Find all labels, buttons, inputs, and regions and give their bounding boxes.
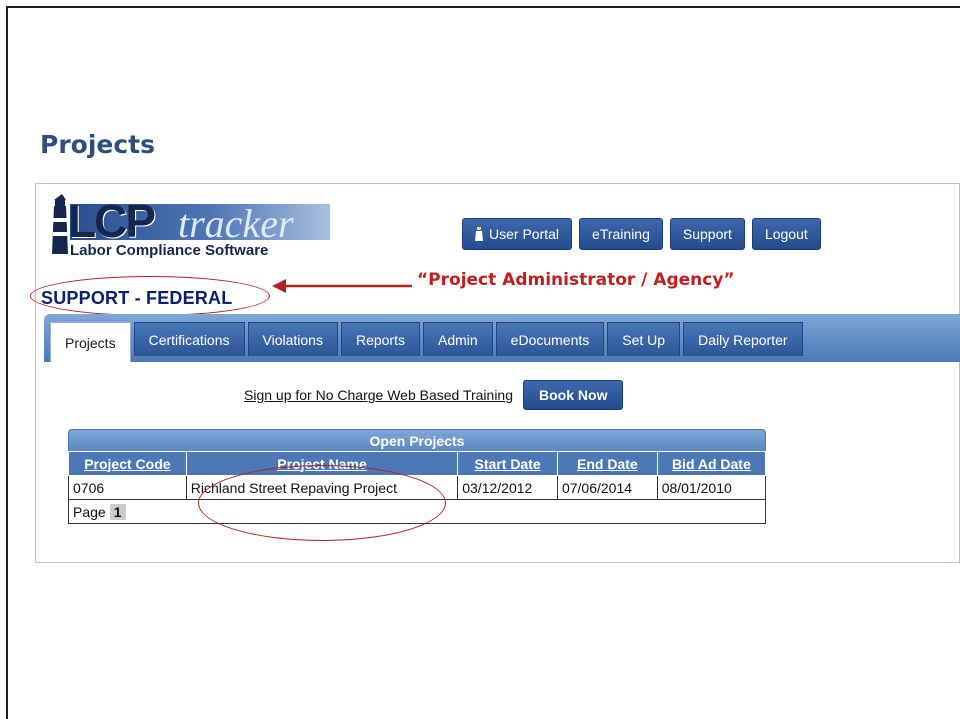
grid-caption: Open Projects xyxy=(68,429,766,451)
header-button-group: User Portal eTraining Support Logout xyxy=(462,218,821,250)
main-tab-bar: Projects Certifications Violations Repor… xyxy=(44,314,960,362)
annotation-label: “Project Administrator / Agency” xyxy=(417,270,735,290)
tab-certifications[interactable]: Certifications xyxy=(133,322,245,356)
cell-end-date: 07/06/2014 xyxy=(556,475,658,500)
column-header-end-date[interactable]: End Date xyxy=(556,451,658,476)
book-now-button[interactable]: Book Now xyxy=(523,380,624,410)
pager-label: Page xyxy=(73,503,106,520)
portal-icon xyxy=(475,227,483,241)
column-header-bid-ad-date[interactable]: Bid Ad Date xyxy=(656,451,767,476)
open-projects-grid: Open Projects Project Code Project Name … xyxy=(68,429,767,541)
tab-admin[interactable]: Admin xyxy=(422,322,493,356)
tab-edocuments[interactable]: eDocuments xyxy=(495,322,605,356)
logo-brand-accent: tracker xyxy=(178,201,294,246)
cell-bid-ad-date: 08/01/2010 xyxy=(656,475,767,500)
training-signup-link[interactable]: Sign up for No Charge Web Based Training xyxy=(244,387,513,403)
column-header-project-code[interactable]: Project Code xyxy=(68,451,187,476)
tab-violations[interactable]: Violations xyxy=(247,322,338,356)
app-screenshot: LCP tracker Labor Compliance Software SU… xyxy=(30,183,960,563)
column-header-start-date[interactable]: Start Date xyxy=(457,451,558,476)
slide-title: Projects xyxy=(40,130,156,159)
user-portal-button[interactable]: User Portal xyxy=(462,218,573,250)
page-number-current[interactable]: 1 xyxy=(109,503,126,520)
project-name-highlight-ellipse xyxy=(198,465,446,541)
tab-reports[interactable]: Reports xyxy=(340,322,420,356)
tab-projects[interactable]: Projects xyxy=(50,322,131,362)
agency-highlight-ellipse xyxy=(30,276,270,316)
table-header-row: Project Code Project Name Start Date End… xyxy=(68,451,767,476)
tab-set-up[interactable]: Set Up xyxy=(607,322,681,356)
etraining-button[interactable]: eTraining xyxy=(579,218,663,250)
tab-daily-reporter[interactable]: Daily Reporter xyxy=(683,322,803,356)
logo-brand-main: LCP xyxy=(68,195,156,247)
support-button[interactable]: Support xyxy=(669,218,745,250)
training-promo: Sign up for No Charge Web Based Training… xyxy=(244,380,624,410)
cell-start-date: 03/12/2012 xyxy=(457,475,558,500)
lcptracker-logo: LCP tracker Labor Compliance Software xyxy=(48,192,348,272)
logo-tagline: Labor Compliance Software xyxy=(70,242,269,259)
cell-project-code: 0706 xyxy=(68,475,187,500)
user-portal-label: User Portal xyxy=(489,226,560,242)
logout-button[interactable]: Logout xyxy=(751,218,821,250)
